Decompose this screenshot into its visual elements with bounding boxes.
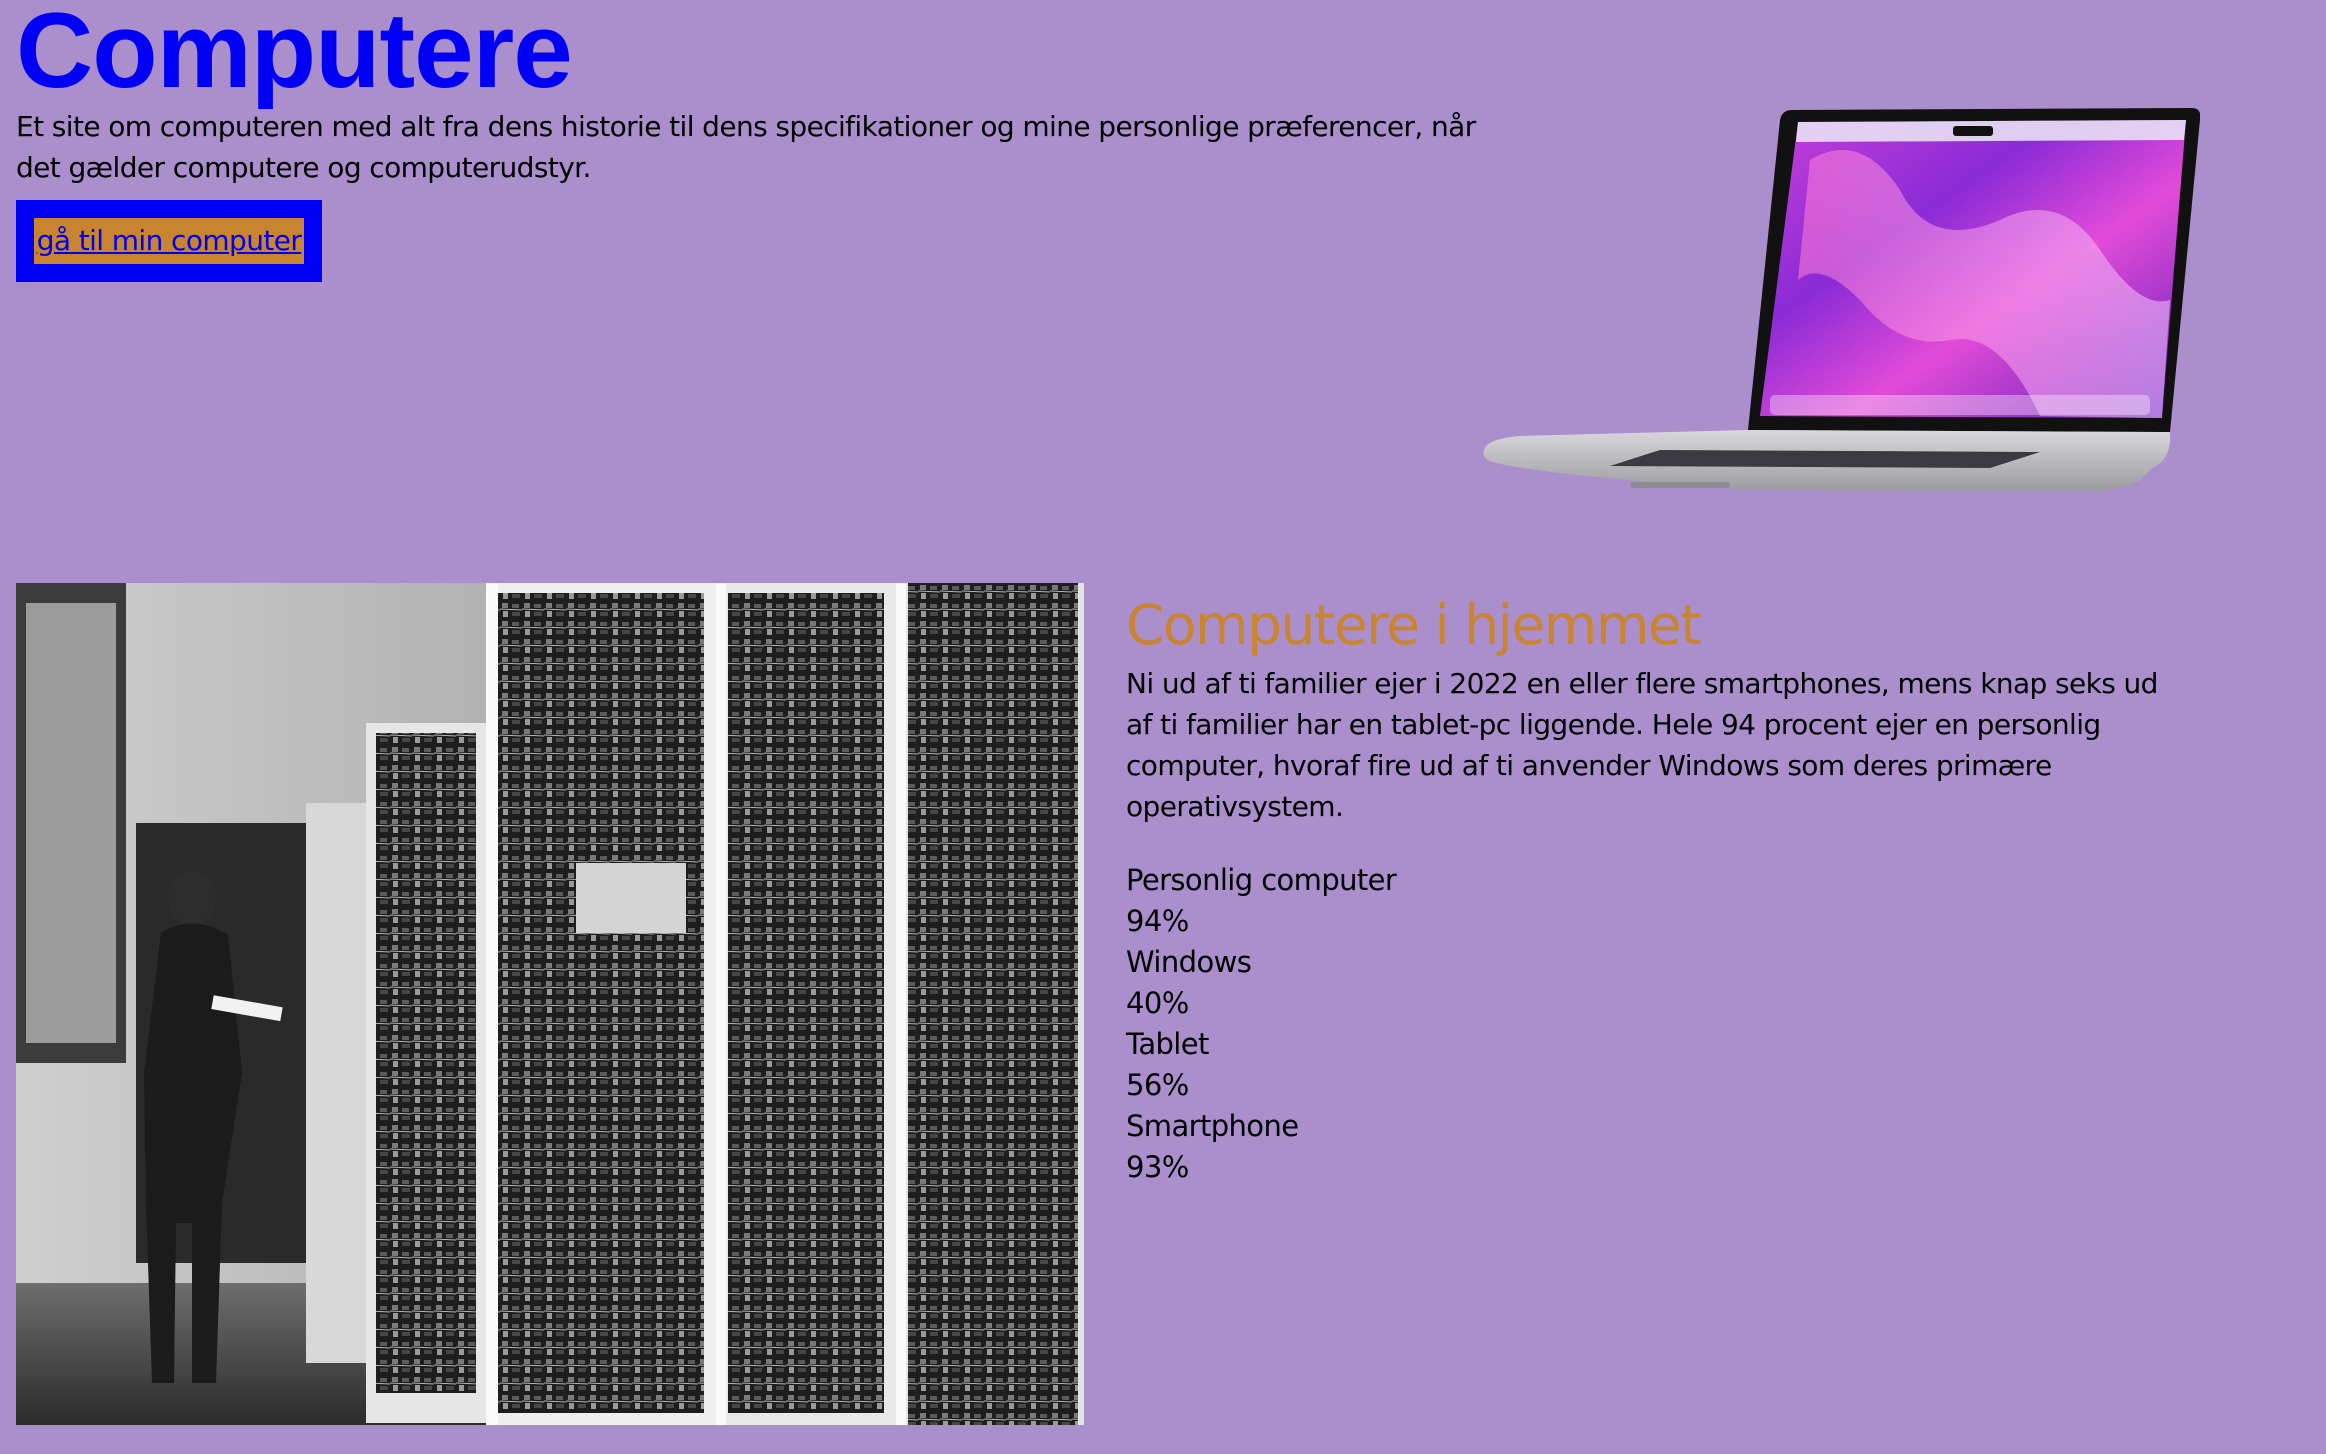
cta-frame: gå til min computer (16, 200, 322, 282)
page-title: Computere (16, 0, 573, 110)
stat-value: 56% (1126, 1068, 1189, 1102)
stat-value: 93% (1126, 1150, 1189, 1184)
stats-list: Personlig computer 94% Windows 40% Table… (1126, 860, 1397, 1188)
section-title: Computere i hjemmet (1126, 593, 1702, 657)
laptop-screen (1748, 108, 2200, 432)
stat-label: Tablet (1126, 1027, 1209, 1061)
stat-value: 94% (1126, 904, 1189, 938)
laptop-image (1483, 108, 2200, 492)
laptop-base (1483, 430, 2171, 492)
section-body: Ni ud af ti familier ejer i 2022 en elle… (1126, 667, 2158, 823)
stat-label: Windows (1126, 945, 1252, 979)
intro-text: Et site om computeren med alt fra dens h… (16, 110, 1476, 184)
vintage-computer-photo (16, 583, 1084, 1425)
my-computer-link[interactable]: gå til min computer (34, 218, 304, 264)
stat-label: Smartphone (1126, 1109, 1299, 1143)
stat-value: 40% (1126, 986, 1189, 1020)
stat-label: Personlig computer (1126, 863, 1397, 897)
